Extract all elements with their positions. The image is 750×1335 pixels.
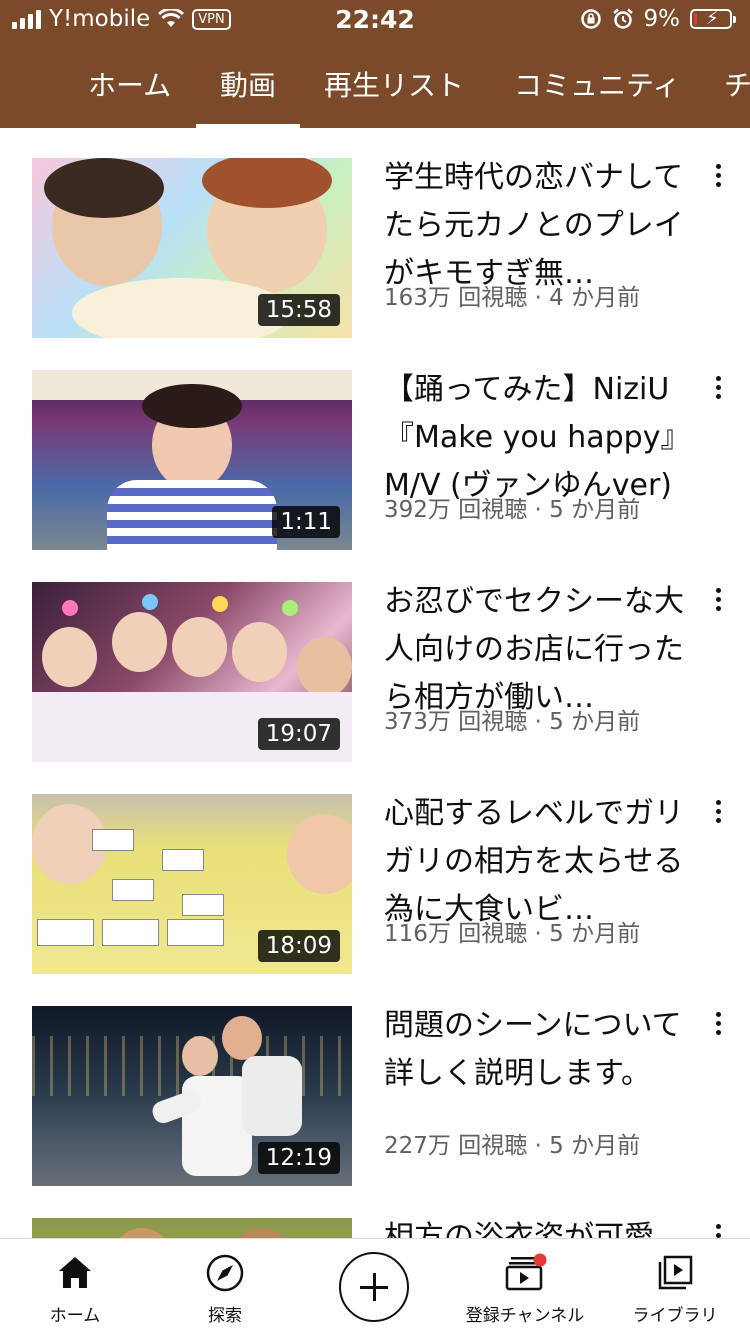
- video-item[interactable]: 12:19 問題のシーンについて詳しく説明します。 227万 回視聴 · 5 か…: [0, 976, 750, 1188]
- tab-community[interactable]: コミュニティ: [514, 64, 680, 104]
- tab-playlists[interactable]: 再生リスト: [324, 64, 464, 104]
- video-duration: 19:07: [257, 718, 340, 750]
- tab-channels[interactable]: チ: [724, 64, 750, 104]
- video-duration: 18:09: [257, 930, 340, 962]
- alarm-icon: [612, 8, 633, 29]
- nav-home-label: ホーム: [49, 1306, 101, 1326]
- video-thumbnail[interactable]: [32, 1218, 352, 1238]
- nav-library[interactable]: ライブラリ: [600, 1239, 750, 1335]
- video-meta: 227万 回視聴 · 5 か月前: [384, 1133, 641, 1159]
- channel-tabs: ホーム 動画 再生リスト コミュニティ チ: [0, 56, 750, 128]
- video-item[interactable]: 相方の浴衣姿が可愛: [0, 1188, 750, 1238]
- compass-icon: [206, 1254, 244, 1292]
- video-meta: 116万 回視聴 · 5 か月前: [384, 921, 641, 947]
- video-duration: 1:11: [272, 506, 340, 538]
- nav-library-label: ライブラリ: [632, 1306, 718, 1326]
- battery-icon: ⚡: [690, 8, 736, 29]
- video-item[interactable]: 19:07 お忍びでセクシーな大人向けのお店に行ったら相方が働い… 373万 回…: [0, 552, 750, 764]
- video-thumbnail[interactable]: 12:19: [32, 1006, 352, 1186]
- tab-home[interactable]: ホーム: [88, 64, 171, 104]
- nav-subscriptions-label: 登録チャンネル: [465, 1306, 585, 1326]
- video-item[interactable]: 15:58 学生時代の恋バナしてたら元カノとのプレイがキモすぎ無… 163万 回…: [0, 128, 750, 340]
- tab-videos[interactable]: 動画: [195, 64, 301, 128]
- app-header: Y!mobile VPN 22:42 9% ⚡ ホーム 動画 再生リスト コミュ…: [0, 0, 750, 128]
- subscriptions-icon: [505, 1253, 547, 1291]
- video-item[interactable]: 18:09 心配するレベルでガリガリの相方を太らせる為に大食いビ… 116万 回…: [0, 764, 750, 976]
- video-meta: 373万 回視聴 · 5 か月前: [384, 709, 641, 735]
- more-options-icon[interactable]: [706, 1224, 730, 1238]
- video-meta: 163万 回視聴 · 4 か月前: [384, 285, 641, 311]
- video-duration: 15:58: [257, 294, 340, 326]
- more-options-icon[interactable]: [706, 800, 730, 830]
- more-options-icon[interactable]: [706, 1012, 730, 1042]
- video-title[interactable]: 相方の浴衣姿が可愛: [384, 1214, 684, 1238]
- video-list: 15:58 学生時代の恋バナしてたら元カノとのプレイがキモすぎ無… 163万 回…: [0, 128, 750, 1238]
- video-thumbnail[interactable]: 15:58: [32, 158, 352, 338]
- nav-home[interactable]: ホーム: [0, 1239, 150, 1335]
- video-meta: 392万 回視聴 · 5 か月前: [384, 497, 641, 523]
- video-thumbnail[interactable]: 18:09: [32, 794, 352, 974]
- video-duration: 12:19: [257, 1142, 340, 1174]
- battery-percent: 9%: [643, 6, 681, 32]
- video-thumbnail[interactable]: 19:07: [32, 582, 352, 762]
- more-options-icon[interactable]: [706, 164, 730, 194]
- video-thumbnail[interactable]: 1:11: [32, 370, 352, 550]
- nav-subscriptions[interactable]: 登録チャンネル: [450, 1239, 600, 1335]
- notification-dot: [533, 1253, 547, 1267]
- more-options-icon[interactable]: [706, 588, 730, 618]
- nav-explore-label: 探索: [208, 1306, 242, 1326]
- video-title[interactable]: 学生時代の恋バナしてたら元カノとのプレイがキモすぎ無…: [384, 154, 684, 298]
- video-title[interactable]: 心配するレベルでガリガリの相方を太らせる為に大食いビ…: [384, 790, 684, 934]
- video-item[interactable]: 1:11 【踊ってみた】NiziU『Make you happy』M/V (ヴァ…: [0, 340, 750, 552]
- status-bar: Y!mobile VPN 22:42 9% ⚡: [0, 0, 750, 40]
- nav-explore[interactable]: 探索: [150, 1239, 300, 1335]
- video-title[interactable]: 【踊ってみた】NiziU『Make you happy』M/V (ヴァンゆんve…: [384, 366, 684, 510]
- library-icon: [658, 1255, 693, 1290]
- bottom-navigation: ホーム 探索 登録チャンネル ライブラリ: [0, 1238, 750, 1335]
- home-icon: [59, 1257, 91, 1288]
- more-options-icon[interactable]: [706, 376, 730, 406]
- create-button[interactable]: [339, 1252, 409, 1322]
- video-title[interactable]: 問題のシーンについて詳しく説明します。: [384, 1002, 684, 1146]
- video-title[interactable]: お忍びでセクシーな大人向けのお店に行ったら相方が働い…: [384, 578, 684, 722]
- rotation-lock-icon: [580, 9, 601, 29]
